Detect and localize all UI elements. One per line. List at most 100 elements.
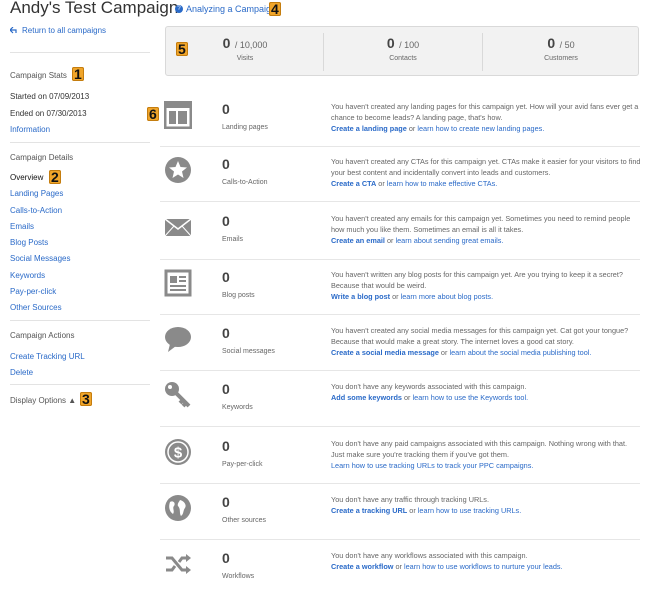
sidebar-item-keywords[interactable]: Keywords xyxy=(10,271,45,280)
ctas-description: You haven't created any CTAs for this ca… xyxy=(331,156,641,189)
ctas-count: 0 xyxy=(222,156,230,172)
contacts-count: 0 xyxy=(386,35,395,51)
or-text: or xyxy=(401,393,413,402)
workflows-row: 0 Workflows You don't have any workflows… xyxy=(160,548,640,608)
blog-posts-count: 0 xyxy=(222,269,230,285)
other-sources-row: 0 Other sources You don't have any traff… xyxy=(160,492,640,552)
sidebar-item-pay-per-click[interactable]: Pay-per-click xyxy=(10,287,56,296)
blog-posts-row: 0 Blog posts You haven't written any blo… xyxy=(160,267,640,327)
create-social-message-link[interactable]: Create a social media message xyxy=(331,348,439,357)
learn-landing-pages-link[interactable]: learn how to create new landing pages. xyxy=(417,124,544,133)
create-email-link[interactable]: Create an email xyxy=(331,236,385,245)
sidebar-item-blog-posts[interactable]: Blog Posts xyxy=(10,238,48,247)
learn-workflows-link[interactable]: learn how to use workflows to nurture yo… xyxy=(404,562,563,571)
dollar-icon: $ xyxy=(165,439,191,465)
sidebar-divider xyxy=(10,384,150,385)
annotation-badge-6: 6 xyxy=(147,106,159,122)
create-landing-page-link[interactable]: Create a landing page xyxy=(331,124,407,133)
sidebar-item-calls-to-action[interactable]: Calls-to-Action xyxy=(10,206,62,215)
row-divider xyxy=(160,370,640,371)
landing-pages-label: Landing pages xyxy=(222,124,268,131)
key-icon xyxy=(165,382,191,408)
other-sources-description: You don't have any traffic through track… xyxy=(331,494,641,516)
add-keywords-link[interactable]: Add some keywords xyxy=(331,393,402,402)
row-divider xyxy=(160,483,640,484)
page-title: Andy's Test Campaign xyxy=(10,0,179,17)
campaign-stats-summary: 0 / 10,000 Visits 0 / 100 Contacts 0 / 5… xyxy=(165,26,639,76)
globe-icon xyxy=(165,495,191,521)
blog-posts-message: You haven't written any blog posts for t… xyxy=(331,270,623,290)
social-messages-message: You haven't created any social media mes… xyxy=(331,326,629,346)
ppc-description: You don't have any paid campaigns associ… xyxy=(331,438,641,471)
learn-keywords-link[interactable]: learn how to use the Keywords tool. xyxy=(413,393,529,402)
write-blog-post-link[interactable]: Write a blog post xyxy=(331,292,390,301)
annotation-badge-4: 4 xyxy=(269,1,281,17)
learn-blog-posts-link[interactable]: learn more about blog posts. xyxy=(401,292,493,301)
or-text: or xyxy=(390,292,401,301)
help-link[interactable]: ? Analyzing a Campaign xyxy=(175,4,276,14)
sidebar-item-information[interactable]: Information xyxy=(10,125,50,134)
emails-description: You haven't created any emails for this … xyxy=(331,213,641,246)
sidebar-item-overview[interactable]: Overview xyxy=(10,173,43,182)
contacts-limit: / 100 xyxy=(399,40,420,50)
other-sources-label: Other sources xyxy=(222,517,266,524)
calls-to-action-row: 0 Calls-to-Action You haven't created an… xyxy=(160,154,640,214)
workflows-count: 0 xyxy=(222,550,230,566)
started-date: Started on 07/09/2013 xyxy=(10,92,90,101)
visits-limit: / 10,000 xyxy=(234,40,268,50)
row-divider xyxy=(160,426,640,427)
workflows-description: You don't have any workflows associated … xyxy=(331,550,641,572)
campaign-actions-heading: Campaign Actions xyxy=(10,331,75,340)
landing-pages-count: 0 xyxy=(222,101,230,117)
sidebar-item-emails[interactable]: Emails xyxy=(10,222,34,231)
blog-posts-label: Blog posts xyxy=(222,292,255,299)
help-icon: ? xyxy=(175,5,183,13)
display-options-toggle[interactable]: Display Options ▲ xyxy=(10,396,76,405)
shuffle-icon xyxy=(166,554,191,574)
social-messages-count: 0 xyxy=(222,325,230,341)
keywords-count: 0 xyxy=(222,381,230,397)
learn-tracking-urls-link[interactable]: learn how to use tracking URLs. xyxy=(418,506,521,515)
keywords-label: Keywords xyxy=(222,404,253,411)
learn-ppc-tracking-link[interactable]: Learn how to use tracking URLs to track … xyxy=(331,461,533,470)
create-workflow-link[interactable]: Create a workflow xyxy=(331,562,393,571)
or-text: or xyxy=(438,348,450,357)
social-messages-description: You haven't created any social media mes… xyxy=(331,325,641,358)
blog-posts-description: You haven't written any blog posts for t… xyxy=(331,269,641,302)
row-divider xyxy=(160,539,640,540)
emails-message: You haven't created any emails for this … xyxy=(331,214,631,234)
help-link-label[interactable]: Analyzing a Campaign xyxy=(186,4,276,14)
ppc-count: 0 xyxy=(222,438,230,454)
ctas-label: Calls-to-Action xyxy=(222,179,268,186)
back-to-campaigns-link[interactable]: Return to all campaigns xyxy=(10,26,106,35)
annotation-badge-1: 1 xyxy=(72,66,84,82)
create-tracking-url-cta[interactable]: Create a tracking URL xyxy=(331,506,407,515)
emails-label: Emails xyxy=(222,236,244,243)
ppc-message: You don't have any paid campaigns associ… xyxy=(331,439,628,459)
workflows-message: You don't have any workflows associated … xyxy=(331,551,528,560)
keywords-message: You don't have any keywords associated w… xyxy=(331,382,527,391)
learn-ctas-link[interactable]: learn how to make effective CTAs. xyxy=(387,179,497,188)
learn-social-tool-link[interactable]: learn about the social media publishing … xyxy=(449,348,591,357)
sidebar-item-social-messages[interactable]: Social Messages xyxy=(10,254,70,263)
learn-emails-link[interactable]: learn about sending great emails. xyxy=(396,236,504,245)
svg-text:$: $ xyxy=(174,445,183,462)
other-sources-message: You don't have any traffic through track… xyxy=(331,495,489,504)
row-divider xyxy=(160,314,640,315)
create-cta-link[interactable]: Create a CTA xyxy=(331,179,376,188)
back-link-label[interactable]: Return to all campaigns xyxy=(22,26,106,35)
sidebar-item-other-sources[interactable]: Other Sources xyxy=(10,303,62,312)
or-text: or xyxy=(384,236,396,245)
or-text: or xyxy=(407,506,418,515)
sidebar-item-landing-pages[interactable]: Landing Pages xyxy=(10,189,63,198)
workflows-label: Workflows xyxy=(222,573,255,580)
star-icon xyxy=(165,157,191,183)
delete-campaign-link[interactable]: Delete xyxy=(10,368,33,377)
emails-row: 0 Emails You haven't created any emails … xyxy=(160,211,640,271)
ended-date: Ended on 07/30/2013 xyxy=(10,109,87,118)
row-divider xyxy=(160,259,640,260)
envelope-icon xyxy=(164,218,192,237)
create-tracking-url-link[interactable]: Create Tracking URL xyxy=(10,352,85,361)
keywords-row: 0 Keywords You don't have any keywords a… xyxy=(160,379,640,439)
landing-pages-message: You haven't created any landing pages fo… xyxy=(331,102,639,122)
